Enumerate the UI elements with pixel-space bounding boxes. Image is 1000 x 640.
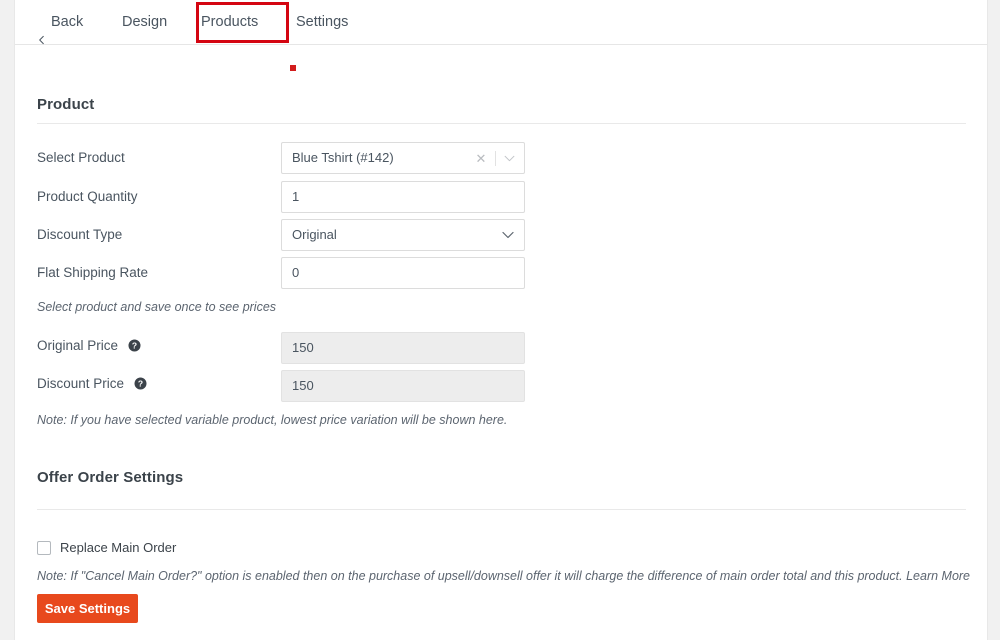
select-product-label: Select Product <box>37 150 125 165</box>
flat-shipping-rate-label: Flat Shipping Rate <box>37 265 149 280</box>
product-quantity-label: Product Quantity <box>37 189 138 204</box>
original-price-input: 150 <box>281 332 525 364</box>
tab-back-label: Back <box>51 14 84 30</box>
tab-bar: Back Design Products Settings <box>15 0 987 45</box>
flat-shipping-rate-value: 0 <box>292 265 300 280</box>
original-price-label: Original Price ? <box>37 338 141 355</box>
prices-note: Select product and save once to see pric… <box>37 300 277 314</box>
replace-main-order-label: Replace Main Order <box>60 540 177 555</box>
select-indicators: ✕ <box>472 143 518 173</box>
svg-text:?: ? <box>138 379 143 389</box>
discount-price-label-text: Discount Price <box>37 376 125 391</box>
question-mark-icon[interactable]: ? <box>134 377 147 393</box>
tab-back[interactable]: Back <box>37 0 83 45</box>
content-panel: Back Design Products Settings Product Se… <box>14 0 988 640</box>
app-root: Back Design Products Settings Product Se… <box>0 0 1000 640</box>
indicator-separator <box>495 150 496 166</box>
discount-price-value: 150 <box>292 378 314 393</box>
original-price-label-text: Original Price <box>37 338 119 353</box>
discount-type-label: Discount Type <box>37 227 123 242</box>
tab-settings[interactable]: Settings <box>296 0 348 45</box>
tab-design-label: Design <box>122 14 168 30</box>
discount-type-value: Original <box>292 227 337 242</box>
flat-shipping-rate-input[interactable]: 0 <box>281 257 525 289</box>
product-quantity-value: 1 <box>292 189 300 204</box>
section-divider <box>37 123 966 124</box>
tab-design[interactable]: Design <box>122 0 167 45</box>
question-mark-icon[interactable]: ? <box>128 339 141 355</box>
save-settings-button[interactable]: Save Settings <box>37 594 138 623</box>
discount-type-select[interactable]: Original <box>281 219 525 251</box>
variable-product-note: Note: If you have selected variable prod… <box>37 413 508 427</box>
replace-main-order-row[interactable]: Replace Main Order <box>37 540 176 555</box>
tab-products-label: Products <box>201 14 259 30</box>
discount-price-label: Discount Price ? <box>37 376 147 393</box>
product-section-title: Product <box>37 96 95 113</box>
select-product-value: Blue Tshirt (#142) <box>292 150 394 165</box>
offer-order-settings-title: Offer Order Settings <box>37 469 184 486</box>
chevron-left-icon <box>37 18 46 44</box>
tab-settings-label: Settings <box>296 14 349 30</box>
close-icon[interactable]: ✕ <box>472 152 490 165</box>
red-square-marker <box>290 65 296 71</box>
discount-price-input: 150 <box>281 370 525 402</box>
select-product-control[interactable]: Blue Tshirt (#142) ✕ <box>281 142 525 174</box>
tab-products[interactable]: Products <box>201 0 258 45</box>
cancel-main-order-note: Note: If "Cancel Main Order?" option is … <box>37 569 971 583</box>
product-quantity-input[interactable]: 1 <box>281 181 525 213</box>
chevron-down-icon[interactable] <box>502 220 514 250</box>
section-divider <box>37 509 966 510</box>
chevron-down-icon[interactable] <box>501 155 518 162</box>
original-price-value: 150 <box>292 340 314 355</box>
replace-main-order-checkbox[interactable] <box>37 540 51 555</box>
svg-text:?: ? <box>132 341 137 351</box>
